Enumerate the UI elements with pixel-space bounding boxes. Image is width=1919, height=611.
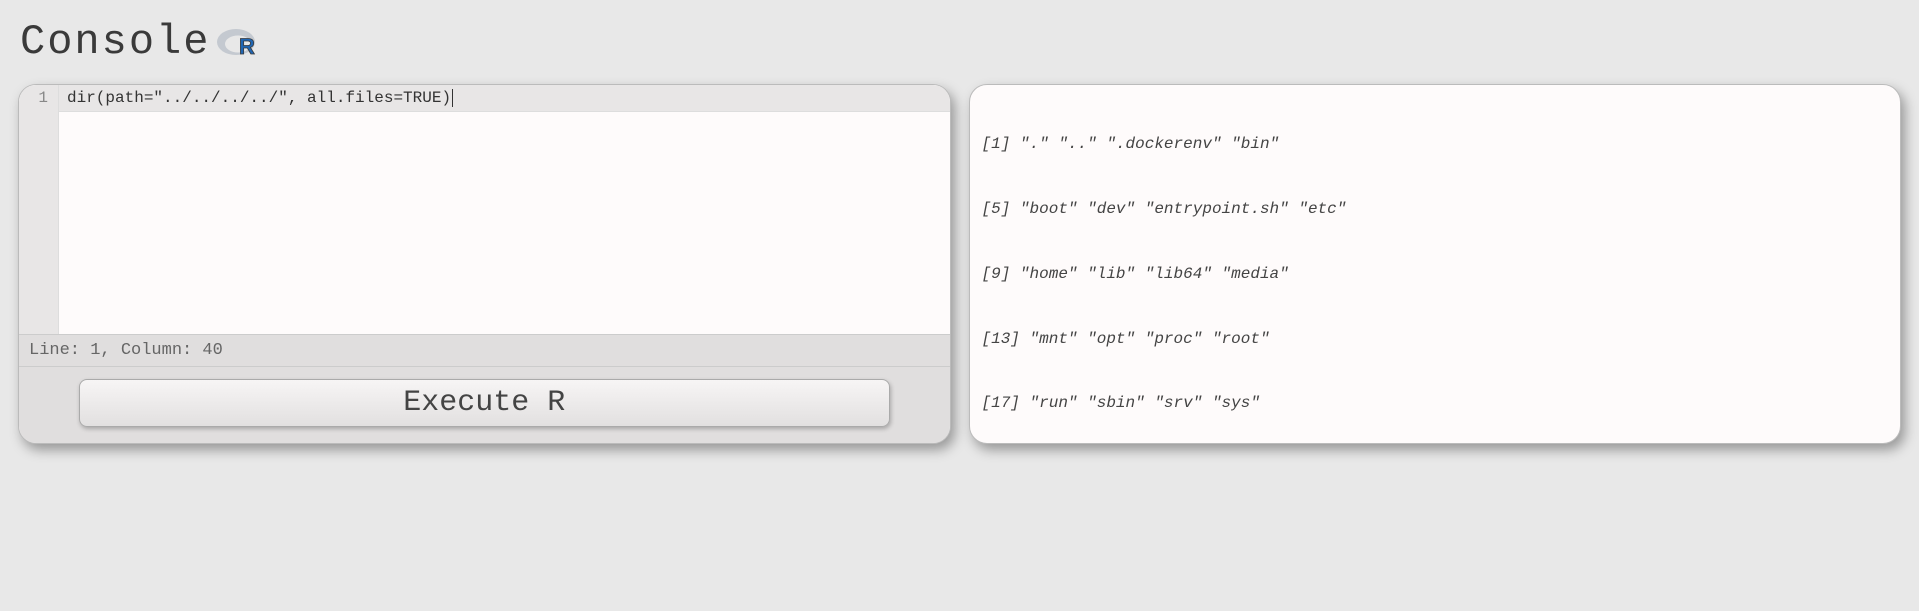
svg-text:R: R [239, 34, 255, 59]
output-line: [17] "run" "sbin" "srv" "sys" [982, 393, 1889, 415]
button-row: Execute R [19, 366, 950, 443]
code-content[interactable]: dir(path="../../../../", all.files=TRUE) [59, 85, 950, 334]
status-bar: Line: 1, Column: 40 [19, 334, 950, 366]
gutter-line-number: 1 [27, 89, 48, 107]
r-logo-icon: R [216, 25, 260, 59]
line-gutter: 1 [19, 85, 59, 334]
output-line: [1] "." ".." ".dockerenv" "bin" [982, 134, 1889, 156]
execute-button[interactable]: Execute R [79, 379, 890, 427]
output-content: [1] "." ".." ".dockerenv" "bin" [5] "boo… [970, 85, 1901, 444]
panels-container: 1 dir(path="../../../../", all.files=TRU… [18, 84, 1901, 444]
header: Console R [18, 18, 1901, 66]
editor-panel: 1 dir(path="../../../../", all.files=TRU… [18, 84, 951, 444]
output-line: [13] "mnt" "opt" "proc" "root" [982, 329, 1889, 351]
output-panel: [1] "." ".." ".dockerenv" "bin" [5] "boo… [969, 84, 1902, 444]
code-editor[interactable]: 1 dir(path="../../../../", all.files=TRU… [19, 85, 950, 334]
page-title: Console [20, 18, 210, 66]
cursor-icon [452, 89, 453, 107]
code-line: dir(path="../../../../", all.files=TRUE) [67, 89, 451, 107]
output-line: [5] "boot" "dev" "entrypoint.sh" "etc" [982, 199, 1889, 221]
output-line: [9] "home" "lib" "lib64" "media" [982, 264, 1889, 286]
